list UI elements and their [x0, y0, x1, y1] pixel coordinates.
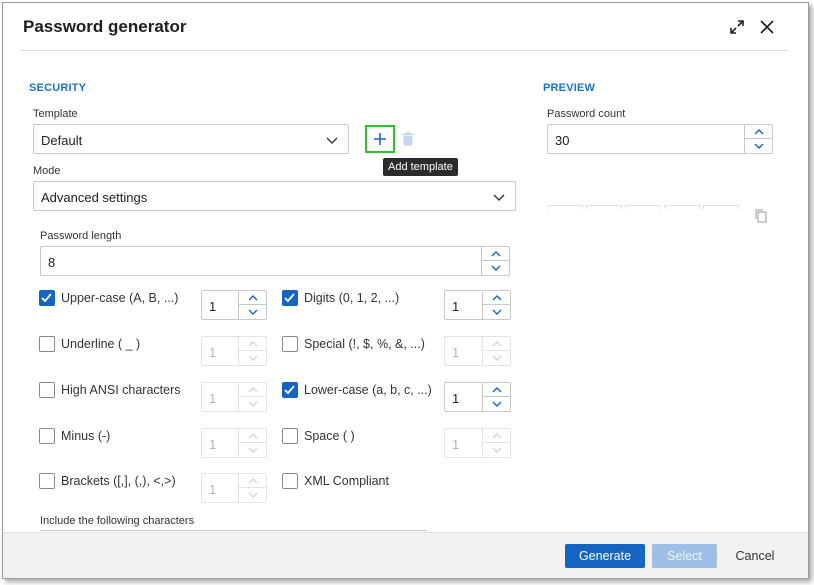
underline-count[interactable]: 1	[201, 336, 267, 366]
template-value: Default	[41, 133, 83, 148]
upper-case-count-value: 1	[209, 299, 217, 314]
upper-case-checkbox[interactable]	[39, 290, 55, 306]
lower-case-label: Lower-case (a, b, c, ...)	[304, 383, 432, 397]
decrement-button[interactable]	[483, 305, 510, 319]
increment-button[interactable]	[745, 125, 772, 139]
generate-button[interactable]: Generate	[565, 544, 645, 568]
include-characters-label: Include the following characters	[40, 515, 195, 527]
expand-icon[interactable]	[725, 15, 749, 39]
copy-icon[interactable]	[754, 208, 768, 228]
increment-button[interactable]	[483, 337, 510, 351]
security-heading: SECURITY	[29, 82, 87, 94]
increment-button[interactable]	[239, 291, 266, 305]
mode-select[interactable]: Advanced settings	[33, 181, 516, 211]
close-icon[interactable]	[755, 15, 779, 39]
increment-button[interactable]	[239, 337, 266, 351]
password-length-value: 8	[48, 255, 56, 270]
underline-checkbox[interactable]	[39, 336, 55, 352]
decrement-button[interactable]	[745, 139, 772, 153]
minus-checkbox[interactable]	[39, 428, 55, 444]
password-length-label: Password length	[40, 230, 122, 242]
preview-heading: PREVIEW	[543, 82, 596, 94]
increment-button[interactable]	[483, 291, 510, 305]
chevron-down-icon	[326, 133, 338, 151]
decrement-button[interactable]	[239, 305, 266, 319]
upper-case-count[interactable]: 1	[201, 290, 267, 320]
high-ansi-label: High ANSI characters	[61, 383, 181, 397]
delete-template-button[interactable]	[399, 129, 417, 149]
space-count-value: 1	[452, 437, 460, 452]
decrement-button[interactable]	[483, 351, 510, 365]
minus-count[interactable]: 1	[201, 428, 267, 458]
decrement-button[interactable]	[482, 261, 509, 275]
lower-case-checkbox[interactable]	[282, 382, 298, 398]
password-strength-bar	[547, 205, 739, 209]
increment-button[interactable]	[483, 429, 510, 443]
title-divider	[21, 50, 789, 51]
underline-label: Underline ( _ )	[61, 337, 141, 351]
template-select[interactable]: Default	[33, 124, 349, 154]
special-count[interactable]: 1	[444, 336, 511, 366]
xml-compliant-label: XML Compliant	[304, 474, 389, 488]
lower-case-count[interactable]: 1	[444, 382, 511, 412]
password-length-input[interactable]: 8	[40, 246, 510, 276]
increment-button[interactable]	[239, 383, 266, 397]
password-count-value: 30	[555, 133, 570, 148]
decrement-button[interactable]	[483, 443, 510, 457]
chevron-down-icon	[493, 190, 505, 208]
mode-label: Mode	[33, 165, 61, 177]
space-label: Space ( )	[304, 429, 355, 443]
special-checkbox[interactable]	[282, 336, 298, 352]
plus-icon	[374, 133, 386, 145]
brackets-count[interactable]: 1	[201, 473, 267, 503]
increment-button[interactable]	[239, 429, 266, 443]
include-characters-input[interactable]	[40, 530, 427, 531]
digits-count[interactable]: 1	[444, 290, 511, 320]
decrement-button[interactable]	[239, 443, 266, 457]
password-count-label: Password count	[547, 108, 626, 120]
select-button[interactable]: Select	[652, 544, 717, 568]
dialog-title: Password generator	[23, 17, 187, 36]
lower-case-count-value: 1	[452, 391, 460, 406]
special-count-value: 1	[452, 345, 460, 360]
decrement-button[interactable]	[239, 488, 266, 502]
add-template-tooltip: Add template	[383, 158, 458, 176]
high-ansi-checkbox[interactable]	[39, 382, 55, 398]
increment-button[interactable]	[482, 247, 509, 261]
minus-count-value: 1	[209, 437, 217, 452]
minus-label: Minus (-)	[61, 429, 111, 443]
brackets-checkbox[interactable]	[39, 473, 55, 489]
template-label: Template	[33, 108, 78, 120]
space-count[interactable]: 1	[444, 428, 511, 458]
decrement-button[interactable]	[239, 351, 266, 365]
password-count-input[interactable]: 30	[547, 124, 773, 154]
increment-button[interactable]	[483, 383, 510, 397]
brackets-label: Brackets ([,], (,), <,>)	[61, 474, 176, 488]
cancel-button[interactable]: Cancel	[727, 544, 783, 568]
high-ansi-count-value: 1	[209, 391, 217, 406]
mode-value: Advanced settings	[41, 190, 148, 205]
xml-compliant-checkbox[interactable]	[282, 473, 298, 489]
trash-icon	[402, 132, 414, 146]
space-checkbox[interactable]	[282, 428, 298, 444]
underline-count-value: 1	[209, 345, 217, 360]
decrement-button[interactable]	[483, 397, 510, 411]
digits-label: Digits (0, 1, 2, ...)	[304, 291, 400, 305]
brackets-count-value: 1	[209, 482, 217, 497]
digits-checkbox[interactable]	[282, 290, 298, 306]
upper-case-label: Upper-case (A, B, ...)	[61, 291, 179, 305]
decrement-button[interactable]	[239, 397, 266, 411]
add-template-button[interactable]	[365, 125, 395, 153]
digits-count-value: 1	[452, 299, 460, 314]
password-generator-dialog: Password generator SECURITY Template Def…	[2, 2, 809, 579]
high-ansi-count[interactable]: 1	[201, 382, 267, 412]
special-label: Special (!, $, %, &, ...)	[304, 337, 425, 351]
dialog-footer: Generate Select Cancel	[3, 532, 808, 578]
increment-button[interactable]	[239, 474, 266, 488]
